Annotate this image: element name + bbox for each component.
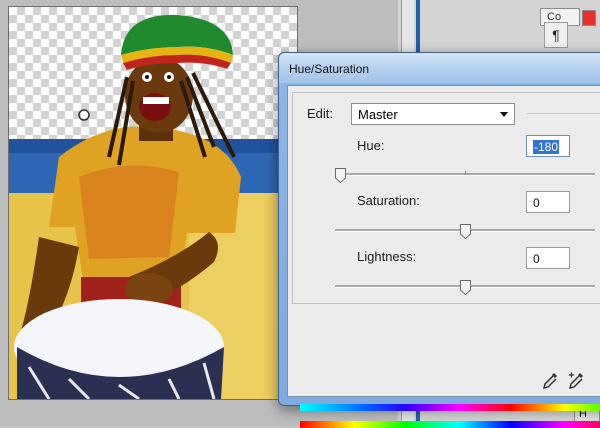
- hue-slider-thumb[interactable]: [335, 168, 346, 183]
- dialog-body: Edit: Master Hue: -180 Saturation: 0 Lig…: [287, 85, 600, 428]
- saturation-value: 0: [533, 196, 540, 210]
- divider: [527, 113, 600, 114]
- edit-select[interactable]: Master: [351, 103, 515, 125]
- dialog-titlebar[interactable]: Hue/Saturation: [279, 53, 600, 83]
- document-canvas[interactable]: [8, 6, 298, 400]
- saturation-label: Saturation:: [357, 193, 420, 208]
- edit-label: Edit:: [307, 106, 334, 121]
- lightness-slider-thumb[interactable]: [459, 280, 471, 295]
- dialog-title: Hue/Saturation: [289, 62, 370, 76]
- edit-select-value: Master: [358, 107, 398, 122]
- eyedropper-cursor-icon: [78, 109, 90, 121]
- lightness-label: Lightness:: [357, 249, 417, 264]
- hue-center-tick: [465, 171, 466, 175]
- saturation-slider-thumb[interactable]: [459, 224, 471, 239]
- adjustments-group: Edit: Master Hue: -180 Saturation: 0 Lig…: [292, 92, 600, 304]
- eyedropper-icon[interactable]: [542, 372, 558, 390]
- lightness-value: 0: [533, 252, 540, 266]
- hue-field[interactable]: -180: [526, 135, 570, 157]
- dropdown-caret-icon: [500, 112, 508, 117]
- hue-value: -180: [533, 140, 560, 154]
- swatch-red[interactable]: [582, 10, 596, 26]
- lightness-field[interactable]: 0: [526, 247, 570, 269]
- paragraph-icon[interactable]: ¶: [544, 22, 568, 48]
- saturation-field[interactable]: 0: [526, 191, 570, 213]
- hue-label: Hue:: [357, 138, 385, 153]
- eyedropper-plus-icon[interactable]: [568, 372, 584, 390]
- image-content: [9, 14, 297, 399]
- hue-saturation-dialog: Hue/Saturation Edit: Master Hue: -180 Sa…: [278, 52, 600, 428]
- input-hue-spectrum: [300, 404, 600, 411]
